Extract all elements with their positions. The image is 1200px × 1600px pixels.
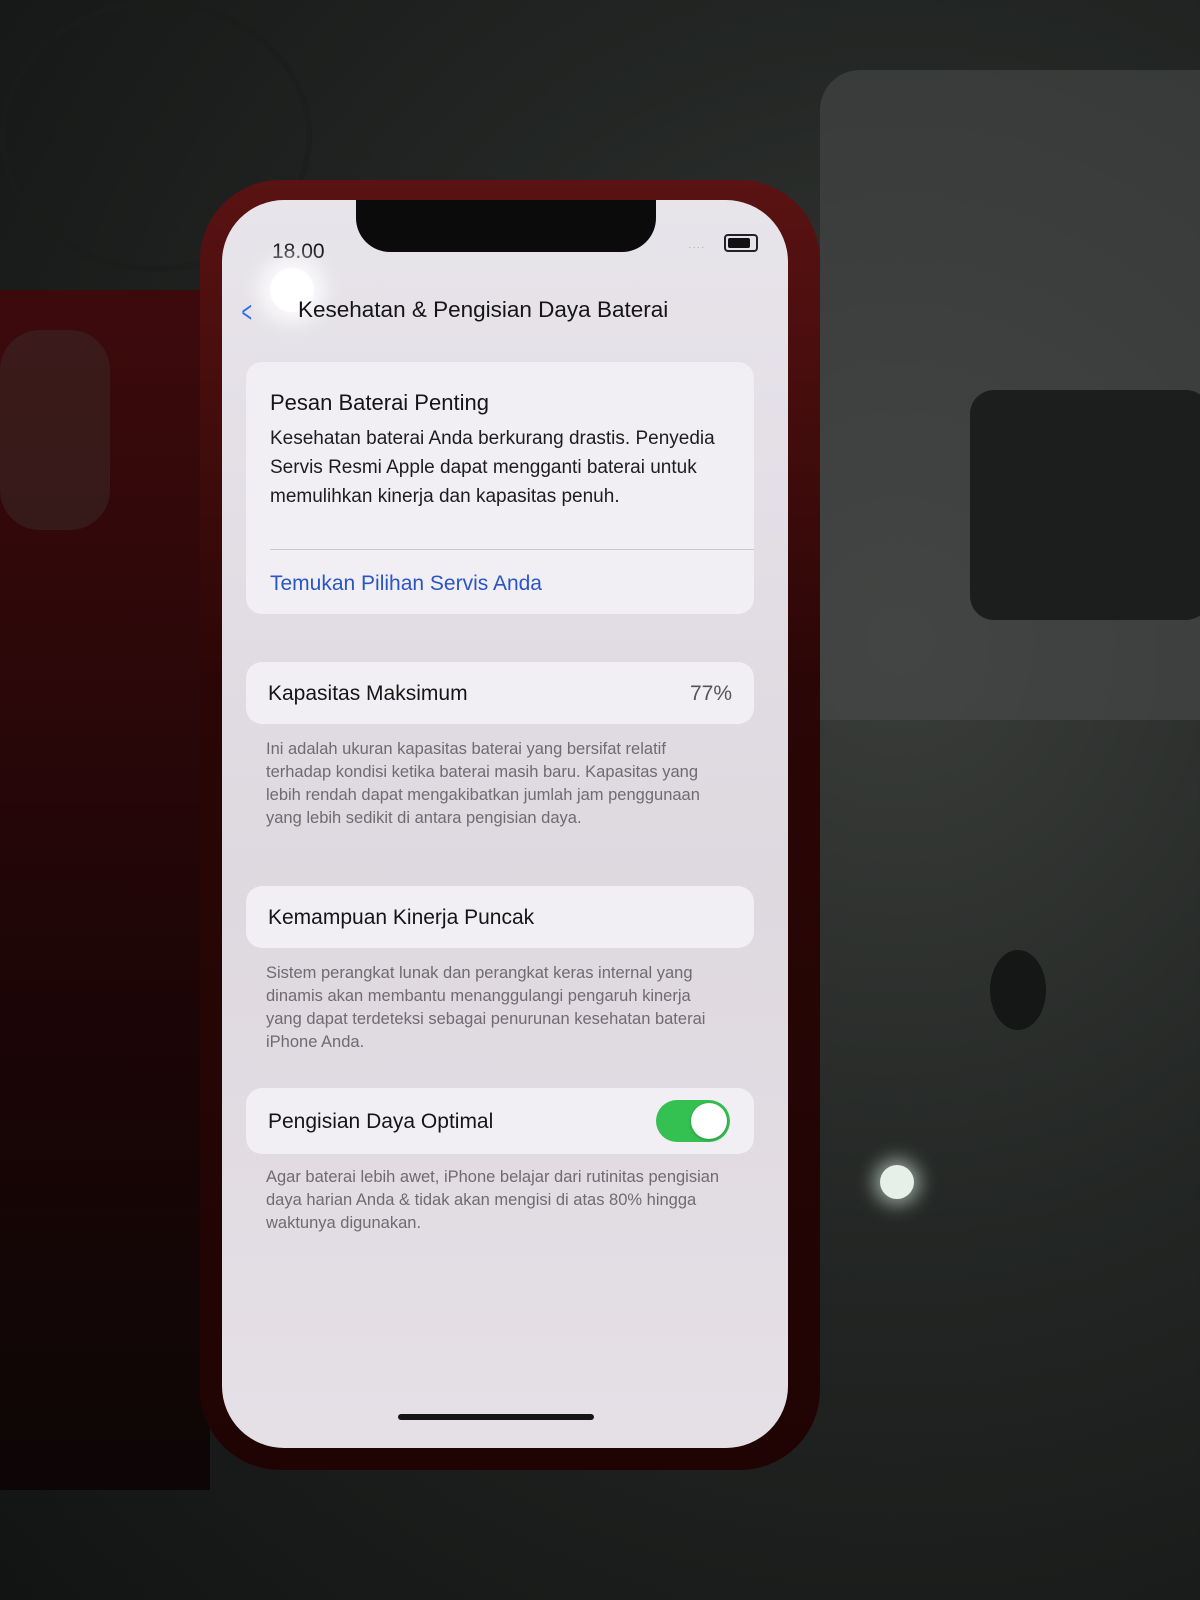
background-shadow (990, 950, 1046, 1030)
toggle-knob (691, 1103, 727, 1139)
optimized-charging-toggle[interactable] (656, 1100, 730, 1142)
optimized-charging-label: Pengisian Daya Optimal (268, 1110, 494, 1133)
page-title: Kesehatan & Pengisian Daya Baterai (298, 297, 669, 322)
back-chevron-icon[interactable]: < (242, 296, 253, 330)
peak-performance-row[interactable]: Kemampuan Kinerja Puncak (246, 886, 754, 948)
peak-performance-footnote: Sistem perangkat lunak dan perangkat ker… (266, 964, 706, 1051)
optimized-charging-row: Pengisian Daya Optimal (246, 1088, 754, 1154)
status-time: 18.00 (272, 240, 325, 263)
background-hand (0, 330, 110, 530)
background-object (970, 390, 1200, 620)
signal-icon: ···· (688, 242, 706, 253)
max-capacity-label: Kapasitas Maksimum (268, 682, 468, 705)
background-light-reflection (880, 1165, 914, 1199)
home-indicator[interactable] (398, 1414, 594, 1420)
max-capacity-footnote: Ini adalah ukuran kapasitas baterai yang… (266, 740, 700, 827)
find-service-options-link[interactable]: Temukan Pilihan Servis Anda (270, 572, 542, 596)
notch (356, 200, 656, 252)
max-capacity-row: Kapasitas Maksimum 77% (246, 662, 754, 724)
peak-performance-label: Kemampuan Kinerja Puncak (268, 906, 535, 929)
battery-message-body: Kesehatan baterai Anda berkurang drastis… (270, 428, 715, 507)
optimized-charging-footnote: Agar baterai lebih awet, iPhone belajar … (266, 1168, 720, 1232)
battery-level-fill (728, 238, 750, 248)
max-capacity-value: 77% (689, 682, 732, 705)
divider (270, 549, 754, 550)
battery-icon (724, 234, 758, 252)
battery-message-card: Pesan Baterai Penting Kesehatan baterai … (246, 362, 754, 614)
battery-message-title: Pesan Baterai Penting (270, 390, 489, 415)
phone-screen: 18.00 ···· < Kesehatan & Pengisian Daya … (222, 200, 788, 1448)
